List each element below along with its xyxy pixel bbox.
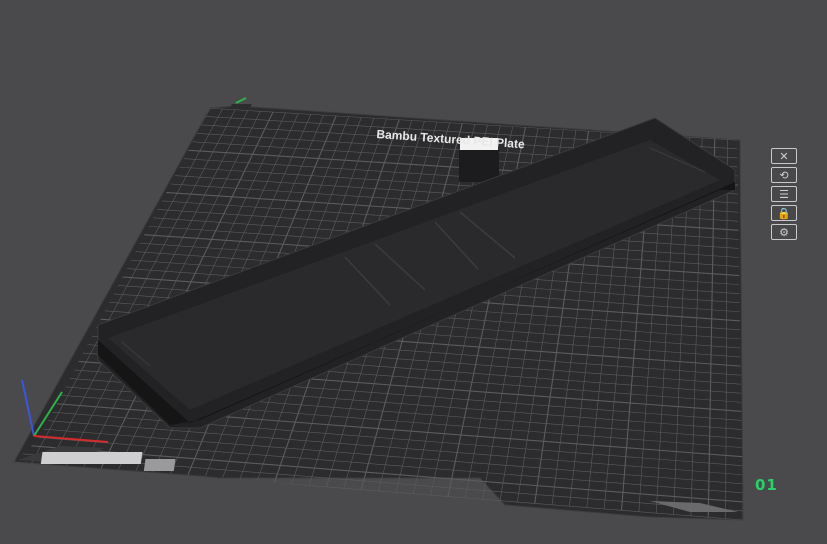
3d-viewport[interactable]: Bambu Textured PEI Plate ✕ ⟲ ☰ 🔒 ⚙ 01: [0, 0, 827, 544]
plate-number[interactable]: 01: [755, 476, 778, 494]
plate-toolbar: ✕ ⟲ ☰ 🔒 ⚙: [771, 148, 801, 240]
settings-icon[interactable]: ⚙: [771, 224, 797, 240]
auto-orient-icon[interactable]: ⟲: [771, 167, 797, 183]
scene-canvas[interactable]: [0, 0, 827, 544]
arrange-icon[interactable]: ☰: [771, 186, 797, 202]
close-icon[interactable]: ✕: [771, 148, 797, 164]
lock-icon[interactable]: 🔒: [771, 205, 797, 221]
plate-top-tab: [230, 104, 252, 108]
plate-origin-marker: [235, 97, 247, 104]
